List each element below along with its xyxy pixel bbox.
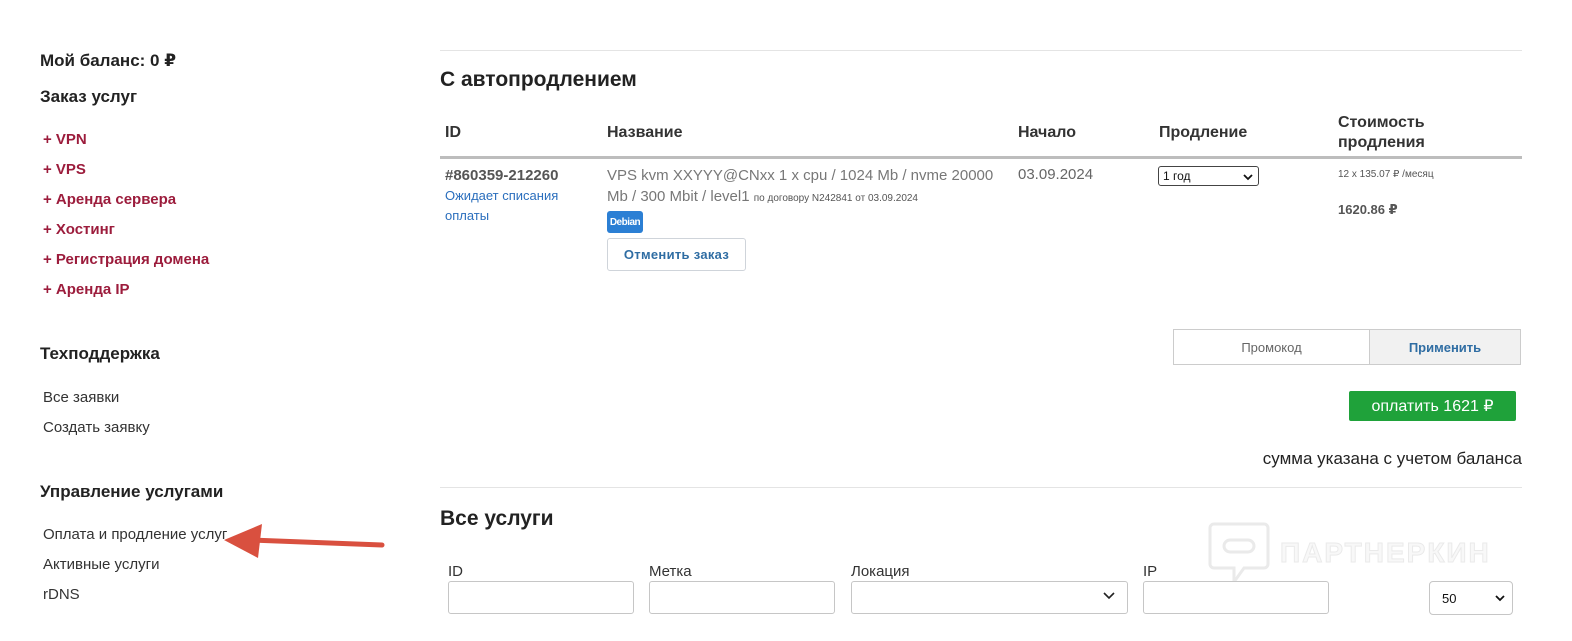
pay-button[interactable]: оплатить 1621 ₽ [1349, 391, 1516, 421]
filter-tag-label: Метка [649, 563, 692, 580]
order-start-date: 03.09.2024 [1018, 166, 1094, 183]
filter-location-select[interactable] [851, 581, 1128, 614]
sidebar-order-vps[interactable]: + VPS [43, 161, 86, 178]
autorenew-heading: С автопродлением [440, 68, 637, 91]
sidebar-active-services[interactable]: Активные услуги [43, 556, 159, 573]
balance-text: Мой баланс: 0 ₽ [40, 51, 177, 70]
promo-code-group: Промокод Применить [1173, 329, 1521, 365]
col-header-id: ID [445, 124, 461, 141]
contract-text: по договору N242841 от 03.09.2024 [753, 193, 918, 204]
filter-id-label: ID [448, 563, 463, 580]
sidebar-payment-renewal[interactable]: Оплата и продление услуг [43, 526, 227, 543]
filter-ip-label: IP [1143, 563, 1158, 580]
divider [440, 50, 1522, 51]
apply-promo-button[interactable]: Применить [1370, 329, 1521, 365]
support-heading: Техподдержка [40, 344, 160, 363]
cost-total: 1620.86 ₽ [1338, 202, 1398, 217]
main-content: С автопродлением ID Название Начало Прод… [440, 0, 1522, 641]
chevron-down-icon [1103, 592, 1115, 600]
sidebar-order-vpn[interactable]: + VPN [43, 131, 87, 148]
sidebar-rdns[interactable]: rDNS [43, 586, 80, 603]
sidebar-order-ip-rental[interactable]: + Аренда IP [43, 281, 130, 298]
order-id: #860359-212260 [445, 167, 559, 184]
col-header-start: Начало [1018, 124, 1076, 141]
sidebar-order-hosting[interactable]: + Хостинг [43, 221, 115, 238]
col-header-cost: Стоимость продления [1338, 114, 1425, 151]
filter-location-label: Локация [851, 563, 910, 580]
chevron-down-icon [1243, 174, 1253, 181]
manage-services-heading: Управление услугами [40, 482, 224, 501]
renewal-period-value: 1 год [1163, 169, 1191, 183]
promo-code-input[interactable]: Промокод [1173, 329, 1370, 365]
renewal-period-select[interactable]: 1 год [1158, 166, 1259, 186]
filter-id-input[interactable] [448, 581, 634, 614]
balance-note: сумма указана с учетом баланса [1262, 449, 1522, 468]
sidebar-order-server-rental[interactable]: + Аренда сервера [43, 191, 176, 208]
per-page-value: 50 [1442, 590, 1457, 606]
divider [440, 487, 1522, 488]
cancel-order-button[interactable]: Отменить заказ [607, 238, 746, 271]
order-services-heading: Заказ услуг [40, 87, 138, 106]
table-header-divider [440, 156, 1522, 159]
sidebar-all-tickets[interactable]: Все заявки [43, 389, 119, 406]
col-header-renewal: Продление [1159, 124, 1248, 141]
order-status-link[interactable]: Ожидает списания оплаты [445, 186, 585, 226]
cost-per-month: 12 x 135.07 ₽ /месяц [1338, 169, 1434, 180]
chevron-down-icon [1495, 595, 1505, 602]
per-page-select[interactable]: 50 [1429, 581, 1513, 615]
watermark-text: ПАРТНЕРКИН [1280, 537, 1491, 569]
all-services-heading: Все услуги [440, 507, 554, 530]
annotation-arrow-icon [224, 524, 385, 558]
filter-ip-input[interactable] [1143, 581, 1329, 614]
col-header-name: Название [607, 124, 683, 141]
debian-os-badge: Debian [607, 211, 643, 233]
filter-tag-input[interactable] [649, 581, 835, 614]
sidebar-create-ticket[interactable]: Создать заявку [43, 419, 150, 436]
watermark: ПАРТНЕРКИН [1208, 520, 1491, 586]
chat-bubble-logo-icon [1208, 522, 1270, 586]
service-description: VPS kvm XXYYY@CNxx 1 x cpu / 1024 Mb / n… [607, 165, 1002, 209]
sidebar-order-domain[interactable]: + Регистрация домена [43, 251, 209, 268]
